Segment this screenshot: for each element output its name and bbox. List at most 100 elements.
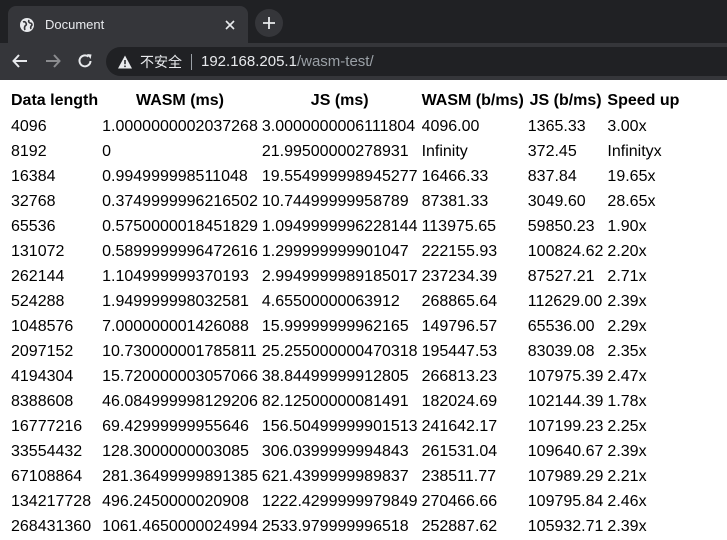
reload-icon — [78, 54, 92, 68]
js-ms-cell: 82.12500000081491 — [261, 392, 409, 410]
wasm-ms-cell: 496.2450000020908 — [102, 492, 249, 510]
table-row: 524288 1.949999998032581 4.65500000063912 2… — [10, 289, 680, 314]
js-ms-cell: 15.99999999962165 — [261, 317, 409, 335]
table-row: 16384 0.994999998511048 19.554999998945277… — [10, 164, 680, 189]
table-row: 16777216 69.42999999955646 156.50499999901… — [10, 414, 680, 439]
forward-button[interactable] — [41, 49, 65, 73]
wasm-throughput-cell: 182024.69 — [421, 392, 498, 410]
data-length-cell: 16384 — [11, 167, 56, 185]
speed-up-cell: 2.29x — [607, 317, 647, 335]
table-row: 32768 0.3749999996216502 10.74499999958789… — [10, 189, 680, 214]
js-ms-cell: 3.0000000006111804 — [261, 117, 416, 135]
wasm-throughput-cell: 87381.33 — [421, 192, 489, 210]
wasm-throughput-cell: 222155.93 — [421, 242, 498, 260]
back-button[interactable] — [8, 49, 32, 73]
wasm-ms-cell: 1.949999998032581 — [102, 292, 249, 310]
js-ms-cell: 25.255000000470318 — [261, 342, 418, 360]
table-row: 131072 0.5899999996472616 1.29999999990104… — [10, 239, 680, 264]
url-path: /wasm-test/ — [296, 53, 374, 70]
table-row: 65536 0.5750000018451829 1.094999999622814… — [10, 214, 680, 239]
wasm-ms-cell: 46.084999998129206 — [102, 392, 258, 410]
wasm-throughput-cell: 237234.39 — [421, 267, 498, 285]
data-length-cell: 8192 — [11, 142, 47, 160]
data-length-cell: 268431360 — [11, 517, 92, 535]
plus-icon — [263, 17, 275, 29]
wasm-ms-cell: 128.3000000003085 — [102, 442, 249, 460]
data-length-cell: 2097152 — [11, 342, 74, 360]
column-header-speed-up: Speed up — [607, 91, 680, 109]
js-throughput-cell: 109640.67 — [527, 442, 604, 460]
data-length-cell: 33554432 — [11, 442, 83, 460]
speed-up-cell: 2.39x — [607, 292, 647, 310]
wasm-ms-cell: 281.36499999891385 — [102, 467, 258, 485]
js-ms-cell: 2533.979999996518 — [261, 517, 409, 535]
column-header-wasm-throughput: WASM (b/ms) — [421, 91, 524, 109]
wasm-throughput-cell: 113975.65 — [421, 217, 497, 235]
wasm-throughput-cell: 270466.66 — [421, 492, 498, 510]
wasm-ms-cell: 0.5899999996472616 — [102, 242, 258, 260]
js-ms-cell: 38.84499999912805 — [261, 367, 409, 385]
url-host: 192.168.205.1 — [201, 53, 297, 70]
data-length-cell: 262144 — [11, 267, 65, 285]
forward-arrow-icon — [46, 54, 61, 68]
url-text[interactable]: 192.168.205.1/wasm-test/ — [201, 53, 374, 70]
js-throughput-cell: 1365.33 — [527, 117, 586, 135]
js-ms-cell: 156.50499999901513 — [261, 417, 418, 435]
warning-icon[interactable] — [117, 54, 133, 70]
speed-up-cell: 2.39x — [607, 442, 647, 460]
wasm-ms-cell: 0.5750000018451829 — [102, 217, 258, 235]
speed-up-cell: 19.65x — [607, 167, 656, 185]
js-throughput-cell: 105932.71 — [527, 517, 604, 535]
wasm-throughput-cell: 252887.62 — [421, 517, 498, 535]
js-throughput-cell: 837.84 — [527, 167, 577, 185]
wasm-throughput-cell: 149796.57 — [421, 317, 498, 335]
js-ms-cell: 1.0949999996228144 — [261, 217, 418, 235]
js-throughput-cell: 3049.60 — [527, 192, 586, 210]
data-length-cell: 8388608 — [11, 392, 74, 410]
speed-up-cell: 1.90x — [607, 217, 647, 235]
speed-up-cell: 1.78x — [607, 392, 647, 410]
column-header-js-ms: JS (ms) — [310, 91, 369, 109]
table-row: 33554432 128.3000000003085 306.03999999948… — [10, 439, 680, 464]
data-length-cell: 67108864 — [11, 467, 83, 485]
speed-up-cell: 28.65x — [607, 192, 656, 210]
data-length-cell: 131072 — [11, 242, 65, 260]
js-throughput-cell: 65536.00 — [527, 317, 595, 335]
table-row: 268431360 1061.4650000024994 2533.97999999… — [10, 514, 680, 539]
browser-toolbar: 不安全 192.168.205.1/wasm-test/ — [0, 43, 727, 80]
close-tab-icon[interactable] — [222, 17, 238, 33]
wasm-throughput-cell: 4096.00 — [421, 117, 480, 135]
data-length-cell: 32768 — [11, 192, 56, 210]
results-table: Data length WASM (ms) JS (ms) WASM (b/ms… — [8, 87, 682, 539]
column-header-wasm-ms: WASM (ms) — [135, 91, 224, 109]
wasm-ms-cell: 0.3749999996216502 — [102, 192, 258, 210]
reload-button[interactable] — [73, 49, 97, 73]
security-status[interactable]: 不安全 — [140, 52, 182, 72]
js-throughput-cell: 83039.08 — [527, 342, 595, 360]
js-throughput-cell: 107199.23 — [527, 417, 604, 435]
speed-up-cell: 2.20x — [607, 242, 647, 260]
js-throughput-cell: 102144.39 — [527, 392, 604, 410]
table-row: 134217728 496.2450000020908 1222.429999997… — [10, 489, 680, 514]
js-ms-cell: 4.65500000063912 — [261, 292, 400, 310]
wasm-ms-cell: 1.0000000002037268 — [102, 117, 258, 135]
back-arrow-icon — [12, 54, 27, 68]
wasm-ms-cell: 15.720000003057066 — [102, 367, 258, 385]
wasm-ms-cell: 7.000000001426088 — [102, 317, 249, 335]
data-length-cell: 4096 — [11, 117, 47, 135]
new-tab-button[interactable] — [255, 9, 283, 37]
speed-up-cell: 2.39x — [607, 517, 647, 535]
address-divider — [191, 53, 192, 70]
address-bar[interactable]: 不安全 192.168.205.1/wasm-test/ — [106, 47, 727, 76]
table-row: 2097152 10.730000001785811 25.255000000470… — [10, 339, 680, 364]
wasm-throughput-cell: 238511.77 — [421, 467, 497, 485]
table-row: 4194304 15.720000003057066 38.844999999128… — [10, 364, 680, 389]
column-header-js-throughput: JS (b/ms) — [529, 91, 602, 109]
wasm-ms-cell: 1061.4650000024994 — [102, 517, 258, 535]
data-length-cell: 65536 — [11, 217, 56, 235]
js-throughput-cell: 372.45 — [527, 142, 577, 160]
wasm-throughput-cell: 16466.33 — [421, 167, 489, 185]
js-ms-cell: 306.0399999994843 — [261, 442, 409, 460]
browser-tab[interactable]: Document — [8, 6, 248, 43]
wasm-throughput-cell: 241642.17 — [421, 417, 498, 435]
